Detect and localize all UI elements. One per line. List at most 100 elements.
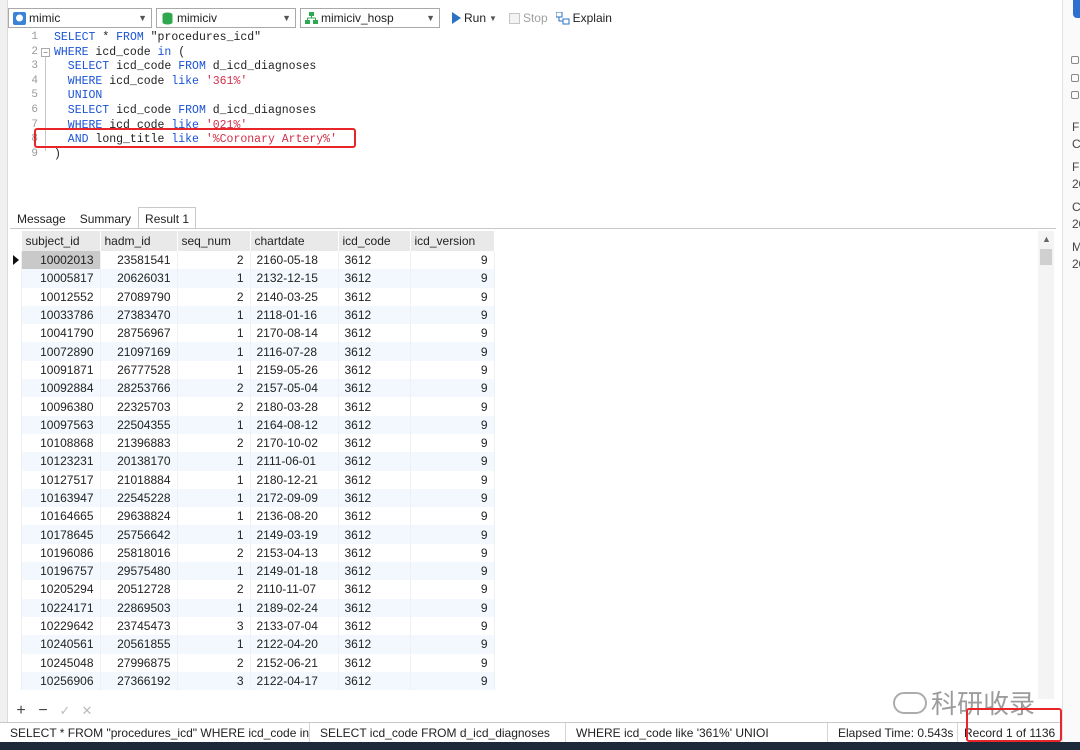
row-indicator[interactable]: [10, 562, 22, 581]
table-cell[interactable]: 1: [177, 507, 251, 526]
table-cell[interactable]: 2: [177, 287, 251, 306]
table-cell[interactable]: 20138170: [100, 452, 178, 471]
row-indicator[interactable]: [10, 305, 22, 325]
table-cell[interactable]: 1: [177, 305, 251, 325]
table-cell[interactable]: 10002013: [21, 251, 101, 270]
table-row[interactable]: 10033786 27383470 1 2118-01-16 3612 9: [10, 305, 495, 325]
schema-select[interactable]: mimiciv_hosp ▼: [300, 8, 440, 28]
code-line[interactable]: SELECT icd_code FROM d_icd_diagnoses: [54, 104, 316, 119]
table-cell[interactable]: 10123231: [21, 452, 101, 471]
table-cell[interactable]: 10041790: [21, 324, 101, 343]
table-cell[interactable]: 1: [177, 598, 251, 617]
table-cell[interactable]: 29638824: [100, 507, 178, 526]
table-cell[interactable]: 2164-08-12: [250, 415, 339, 434]
row-indicator[interactable]: [10, 324, 22, 343]
table-cell[interactable]: 9: [410, 562, 495, 581]
table-cell[interactable]: 2: [177, 433, 251, 453]
table-cell[interactable]: 9: [410, 305, 495, 325]
table-cell[interactable]: 21097169: [100, 342, 178, 361]
table-cell[interactable]: 10033786: [21, 305, 101, 325]
table-cell[interactable]: 2170-10-02: [250, 433, 339, 453]
row-indicator[interactable]: [10, 507, 22, 526]
explain-button[interactable]: Explain: [555, 11, 612, 25]
table-cell[interactable]: 9: [410, 653, 495, 672]
row-indicator[interactable]: [10, 580, 22, 599]
table-row[interactable]: 10005817 20626031 1 2132-12-15 3612 9: [10, 269, 495, 288]
table-cell[interactable]: 3: [177, 616, 251, 636]
table-cell[interactable]: 2: [177, 653, 251, 672]
table-cell[interactable]: 2132-12-15: [250, 269, 339, 288]
run-button[interactable]: Run ▼: [452, 11, 497, 25]
row-indicator[interactable]: [10, 488, 22, 508]
table-cell[interactable]: 9: [410, 507, 495, 526]
row-indicator[interactable]: [10, 653, 22, 672]
table-cell[interactable]: 29575480: [100, 562, 178, 581]
code-line[interactable]: WHERE icd_code like '361%': [54, 75, 247, 90]
table-cell[interactable]: 1: [177, 360, 251, 380]
result-grid[interactable]: subject_id hadm_id seq_num chartdate icd…: [10, 231, 1056, 699]
table-cell[interactable]: 9: [410, 360, 495, 380]
table-cell[interactable]: 2: [177, 543, 251, 563]
table-cell[interactable]: 10224171: [21, 598, 101, 617]
table-cell[interactable]: 3612: [338, 305, 411, 325]
table-cell[interactable]: 3612: [338, 379, 411, 398]
table-cell[interactable]: 1: [177, 269, 251, 288]
table-cell[interactable]: 3612: [338, 616, 411, 636]
table-cell[interactable]: 3612: [338, 251, 411, 270]
table-cell[interactable]: 28253766: [100, 379, 178, 398]
row-indicator[interactable]: [10, 269, 22, 288]
table-row[interactable]: 10002013 23581541 2 2160-05-18 3612 9: [10, 251, 495, 270]
table-cell[interactable]: 1: [177, 470, 251, 489]
row-indicator[interactable]: [10, 415, 22, 434]
table-cell[interactable]: 10127517: [21, 470, 101, 489]
table-cell[interactable]: 9: [410, 433, 495, 453]
table-row[interactable]: 10224171 22869503 1 2189-02-24 3612 9: [10, 598, 495, 617]
table-cell[interactable]: 1: [177, 415, 251, 434]
database-select[interactable]: mimiciv ▼: [156, 8, 296, 28]
table-cell[interactable]: 2159-05-26: [250, 360, 339, 380]
code-line[interactable]: UNION: [54, 89, 103, 104]
table-cell[interactable]: 2189-02-24: [250, 598, 339, 617]
table-cell[interactable]: 9: [410, 251, 495, 270]
table-cell[interactable]: 3612: [338, 269, 411, 288]
table-cell[interactable]: 27996875: [100, 653, 178, 672]
table-cell[interactable]: 2122-04-20: [250, 635, 339, 654]
table-cell[interactable]: 10097563: [21, 415, 101, 434]
sql-editor[interactable]: 1 2 3 4 5 6 7 8 9 − SELECT * FROM "proce…: [10, 30, 1056, 204]
row-indicator[interactable]: [10, 433, 22, 453]
code-line[interactable]: WHERE icd_code in (: [54, 46, 185, 61]
table-cell[interactable]: 22545228: [100, 488, 178, 508]
table-cell[interactable]: 2: [177, 379, 251, 398]
table-cell[interactable]: 27383470: [100, 305, 178, 325]
apply-changes-button[interactable]: ✓: [58, 703, 72, 719]
table-cell[interactable]: 9: [410, 379, 495, 398]
table-cell[interactable]: 10012552: [21, 287, 101, 306]
table-cell[interactable]: 9: [410, 488, 495, 508]
connection-select[interactable]: mimic ▼: [8, 8, 152, 28]
table-cell[interactable]: 10229642: [21, 616, 101, 636]
row-indicator[interactable]: [10, 379, 22, 398]
table-cell[interactable]: 2: [177, 251, 251, 270]
table-cell[interactable]: 3612: [338, 415, 411, 434]
table-cell[interactable]: 23581541: [100, 251, 178, 270]
table-cell[interactable]: 21018884: [100, 470, 178, 489]
column-header[interactable]: icd_code: [338, 231, 411, 251]
table-row[interactable]: 10229642 23745473 3 2133-07-04 3612 9: [10, 616, 495, 636]
table-cell[interactable]: 3612: [338, 507, 411, 526]
table-row[interactable]: 10205294 20512728 2 2110-11-07 3612 9: [10, 580, 495, 599]
table-row[interactable]: 10097563 22504355 1 2164-08-12 3612 9: [10, 415, 495, 434]
table-cell[interactable]: 3612: [338, 324, 411, 343]
code-line[interactable]: SELECT * FROM "procedures_icd": [54, 31, 261, 46]
row-indicator[interactable]: [10, 616, 22, 636]
row-indicator[interactable]: [10, 397, 22, 416]
row-indicator[interactable]: [10, 543, 22, 563]
table-cell[interactable]: 1: [177, 525, 251, 544]
table-cell[interactable]: 10005817: [21, 269, 101, 288]
table-cell[interactable]: 1: [177, 452, 251, 471]
table-cell[interactable]: 2157-05-04: [250, 379, 339, 398]
table-cell[interactable]: 3612: [338, 635, 411, 654]
delete-record-button[interactable]: −: [36, 702, 50, 720]
table-cell[interactable]: 3612: [338, 452, 411, 471]
table-cell[interactable]: 1: [177, 635, 251, 654]
table-row[interactable]: 10096380 22325703 2 2180-03-28 3612 9: [10, 397, 495, 416]
